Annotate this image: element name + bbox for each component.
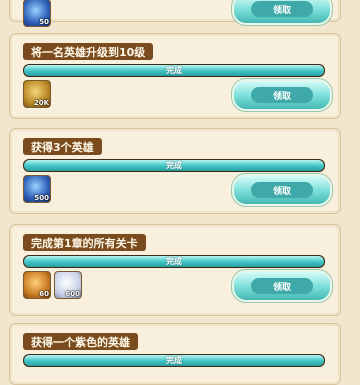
claim-button[interactable]: 领取 (231, 78, 333, 112)
claim-button-label: 领取 (272, 91, 291, 102)
task-title-strip: 获得3个英雄 (23, 138, 102, 155)
task-title: 获得3个英雄 (31, 140, 94, 154)
task-title-strip: 将一名英雄升级到10级 (23, 43, 154, 60)
task-progress-bar: 完成 (23, 354, 325, 367)
claim-button-face: 领取 (251, 1, 313, 17)
gold-coin-icon: 20K (23, 80, 51, 108)
reward-count: 500 (34, 194, 49, 202)
claim-button[interactable]: 领取 (231, 269, 333, 303)
task-title-strip: 获得一个紫色的英雄 (23, 333, 138, 350)
reward-count: 600 (65, 290, 80, 298)
claim-button-face: 领取 (251, 87, 313, 103)
chest-icon: 60 (23, 271, 51, 299)
task-title: 获得一个紫色的英雄 (31, 335, 130, 349)
progress-label: 完成 (166, 161, 182, 170)
progress-label: 完成 (166, 257, 182, 266)
blue-orb-icon: 50 (23, 0, 51, 27)
blue-orb-icon: 500 (23, 175, 51, 203)
reward-count: 20K (33, 99, 49, 107)
reward-count: 60 (39, 290, 49, 298)
claim-button[interactable]: 领取 (231, 0, 333, 26)
progress-label: 完成 (166, 356, 182, 365)
task-title-strip: 完成第1章的所有关卡 (23, 234, 146, 251)
claim-button-label: 领取 (272, 186, 291, 197)
task-progress-bar: 完成 (23, 159, 325, 172)
task-progress-bar: 完成 (23, 64, 325, 77)
task-card: 50 领取 (9, 0, 341, 27)
claim-button-label: 领取 (272, 282, 291, 293)
claim-button[interactable]: 领取 (231, 173, 333, 207)
task-progress-bar: 完成 (23, 255, 325, 268)
task-card: 完成第1章的所有关卡 完成 60 600 领取 (9, 224, 341, 316)
reward-list: 20K (23, 80, 51, 108)
task-card: 将一名英雄升级到10级 完成 20K 领取 (9, 33, 341, 119)
task-title: 将一名英雄升级到10级 (31, 45, 146, 59)
white-crystal-icon: 600 (54, 271, 82, 299)
claim-button-face: 领取 (251, 182, 313, 198)
task-title: 完成第1章的所有关卡 (31, 236, 138, 250)
reward-count: 50 (39, 18, 49, 26)
reward-list: 500 (23, 175, 51, 203)
reward-list: 60 600 (23, 271, 82, 299)
claim-button-label: 领取 (272, 5, 291, 16)
task-card: 获得3个英雄 完成 500 领取 (9, 128, 341, 214)
reward-list: 50 (23, 0, 51, 27)
task-card: 获得一个紫色的英雄 完成 (9, 323, 341, 385)
progress-label: 完成 (166, 66, 182, 75)
claim-button-face: 领取 (251, 278, 313, 294)
